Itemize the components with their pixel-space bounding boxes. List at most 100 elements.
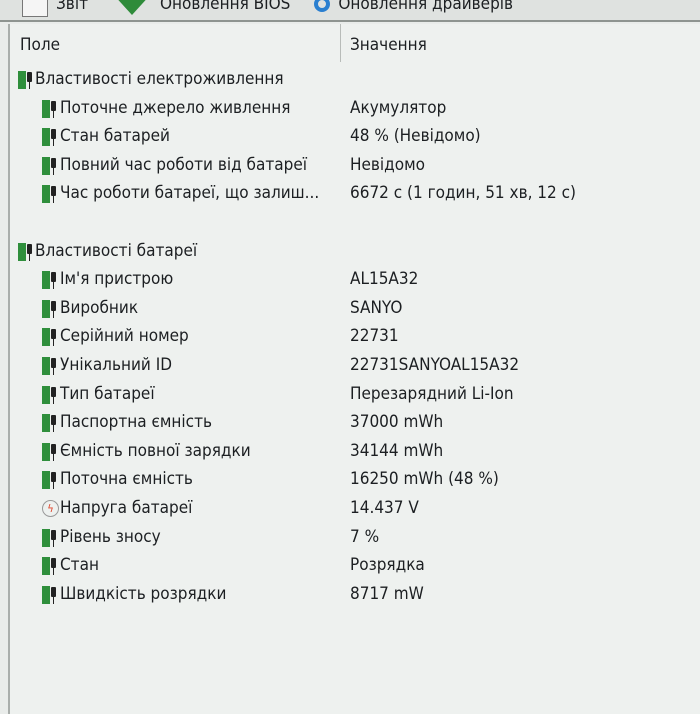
battery-icon <box>42 414 50 433</box>
property-value: 37000 mWh <box>350 412 444 433</box>
property-value: Акумулятор <box>350 97 447 118</box>
battery-plug-icon <box>42 128 58 147</box>
property-row[interactable]: Стан Розрядка <box>10 551 700 580</box>
plug-icon <box>51 357 56 375</box>
property-value: Невідомо <box>350 154 426 175</box>
property-row[interactable]: Час роботи батареї, що залиш... 6672 с (1… <box>10 179 700 208</box>
property-row[interactable]: Ємність повної зарядки 34144 mWh <box>10 437 700 466</box>
property-value: 48 % (Невідомо) <box>350 126 481 147</box>
property-row[interactable]: Рівень зносу 7 % <box>10 523 700 552</box>
battery-icon <box>42 585 50 604</box>
plug-icon <box>51 329 56 347</box>
plug-icon <box>51 558 56 576</box>
property-field: Швидкість розрядки <box>60 583 227 604</box>
property-field: Стан <box>60 555 99 576</box>
plug-icon <box>51 386 56 404</box>
group-title: Властивості електроживлення <box>35 69 284 89</box>
property-field: Поточна ємність <box>60 469 193 490</box>
battery-icon <box>42 356 50 375</box>
property-row[interactable]: Унікальний ID 22731SANYOAL15A32 <box>10 351 700 380</box>
plug-icon <box>27 243 32 261</box>
property-row[interactable]: ϟ Напруга батареї 14.437 V <box>10 494 700 523</box>
property-row[interactable]: Ім'я пристрою AL15A32 <box>10 265 700 294</box>
battery-plug-icon <box>42 328 58 347</box>
plug-icon <box>51 472 56 490</box>
driver-update-label: Оновлення драйверів <box>338 0 514 14</box>
property-value: 6672 с (1 годин, 51 хв, 12 с) <box>350 183 576 204</box>
column-divider[interactable] <box>340 24 341 62</box>
battery-icon <box>42 328 50 347</box>
property-row[interactable]: Виробник SANYO <box>10 294 700 323</box>
plug-icon <box>27 72 32 89</box>
property-field: Тип батареї <box>60 383 155 404</box>
plug-icon <box>51 300 56 318</box>
battery-plug-icon <box>18 71 34 89</box>
battery-icon <box>42 471 50 490</box>
property-field: Ємність повної зарядки <box>60 440 251 461</box>
property-row[interactable]: Серійний номер 22731 <box>10 322 700 351</box>
battery-icon <box>42 156 50 175</box>
property-value: 8717 mW <box>350 583 424 604</box>
property-row[interactable]: Стан батарей 48 % (Невідомо) <box>10 122 700 151</box>
driver-update-button[interactable]: Оновлення драйверів <box>314 0 513 14</box>
toolbar: Звіт Оновлення BIOS Оновлення драйверів <box>0 0 700 22</box>
battery-icon <box>42 271 50 290</box>
report-icon <box>22 0 48 17</box>
property-field: Поточне джерело живлення <box>60 97 291 118</box>
group-header[interactable]: Властивості батареї <box>10 237 700 266</box>
voltage-icon: ϟ <box>42 499 59 518</box>
property-row[interactable]: Тип батареї Перезарядний Li-Ion <box>10 380 700 409</box>
battery-plug-icon <box>42 585 58 604</box>
property-value: 7 % <box>350 526 380 547</box>
plug-icon <box>51 157 56 175</box>
property-value: 22731SANYOAL15A32 <box>350 354 520 375</box>
group-title: Властивості батареї <box>35 240 198 261</box>
bios-update-button[interactable]: Оновлення BIOS <box>111 0 291 15</box>
report-label: Звіт <box>56 0 88 14</box>
property-field: Час роботи батареї, що залиш... <box>60 183 320 204</box>
plug-icon <box>51 186 56 204</box>
battery-icon <box>42 185 50 204</box>
report-button[interactable]: Звіт <box>22 0 88 17</box>
property-field: Виробник <box>60 297 139 318</box>
battery-icon <box>42 128 50 147</box>
battery-plug-icon <box>42 156 58 175</box>
property-row[interactable]: Поточне джерело живлення Акумулятор <box>10 94 700 123</box>
properties-panel: Поле Значення Властивості електроживленн… <box>8 24 700 714</box>
property-row[interactable]: Поточна ємність 16250 mWh (48 %) <box>10 465 700 494</box>
plug-icon <box>51 100 56 118</box>
property-field: Напруга батареї <box>60 497 193 518</box>
battery-plug-icon <box>42 414 58 433</box>
property-field: Паспортна ємність <box>60 412 213 433</box>
bios-update-label: Оновлення BIOS <box>159 0 291 14</box>
property-value: 22731 <box>350 326 399 347</box>
property-field: Серійний номер <box>60 326 189 347</box>
property-field: Стан батарей <box>60 126 170 147</box>
column-header: Поле Значення <box>10 24 700 64</box>
property-row[interactable]: Швидкість розрядки 8717 mW <box>10 580 700 609</box>
property-value: Розрядка <box>350 555 425 576</box>
property-value: Перезарядний Li-Ion <box>350 383 514 404</box>
battery-icon <box>42 442 50 461</box>
property-row[interactable]: Повний час роботи від батареї Невідомо <box>10 151 700 180</box>
column-field-header[interactable]: Поле <box>20 35 60 55</box>
property-list: Властивості електроживлення Поточне джере… <box>10 65 700 608</box>
battery-plug-icon <box>42 471 58 490</box>
battery-plug-icon <box>42 557 58 576</box>
plug-icon <box>51 586 56 604</box>
battery-icon <box>42 299 50 318</box>
property-value: 16250 mWh (48 %) <box>350 469 499 490</box>
battery-plug-icon <box>42 185 58 204</box>
plug-icon <box>51 272 56 290</box>
column-value-header[interactable]: Значення <box>350 35 427 55</box>
battery-plug-icon <box>42 442 58 461</box>
search-icon <box>314 0 331 12</box>
property-row[interactable]: Паспортна ємність 37000 mWh <box>10 408 700 437</box>
plug-icon <box>51 129 56 147</box>
plug-icon <box>51 529 56 547</box>
property-value: 14.437 V <box>350 497 419 518</box>
property-field: Повний час роботи від батареї <box>60 154 307 175</box>
group-header[interactable]: Властивості електроживлення <box>10 65 700 94</box>
download-arrow-icon <box>111 0 152 15</box>
